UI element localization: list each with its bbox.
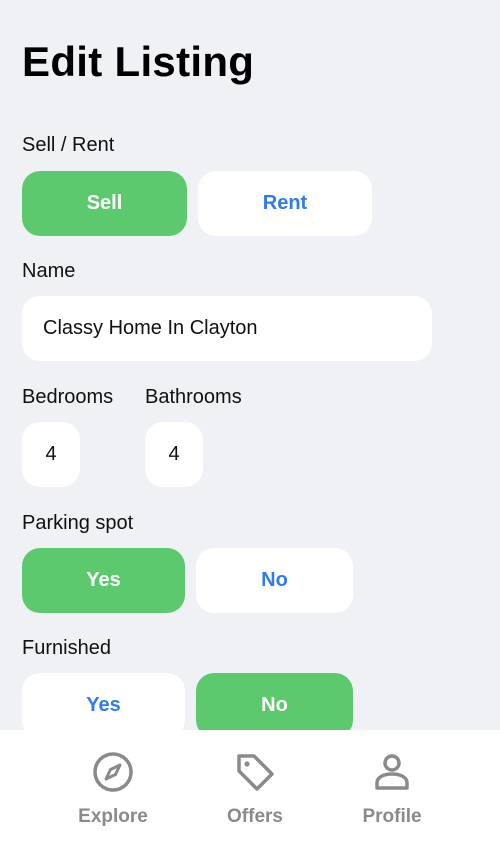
tab-profile[interactable]: Profile: [332, 750, 452, 828]
name-input[interactable]: Classy Home In Clayton: [22, 296, 432, 361]
bedrooms-input[interactable]: 4: [22, 422, 80, 487]
tab-offers-label: Offers: [227, 806, 283, 827]
tag-icon: [237, 754, 274, 791]
parking-label: Parking spot: [22, 512, 134, 534]
tab-profile-label: Profile: [362, 806, 422, 827]
person-icon: [375, 754, 409, 790]
bathrooms-input[interactable]: 4: [145, 422, 203, 487]
tab-explore[interactable]: Explore: [53, 750, 173, 828]
bathrooms-label: Bathrooms: [145, 386, 242, 408]
name-label: Name: [22, 260, 76, 282]
parking-no-button[interactable]: No: [196, 548, 353, 613]
tab-explore-label: Explore: [78, 806, 148, 827]
tab-offers[interactable]: Offers: [195, 750, 315, 828]
rent-button[interactable]: Rent: [198, 171, 372, 236]
parking-yes-button[interactable]: Yes: [22, 548, 185, 613]
furnished-no-button[interactable]: No: [196, 673, 353, 738]
edit-listing-screen: Edit Listing Sell / Rent Sell Rent Name …: [0, 0, 500, 853]
bedrooms-label: Bedrooms: [22, 386, 114, 408]
furnished-label: Furnished: [22, 637, 111, 659]
sell-rent-label: Sell / Rent: [22, 134, 115, 156]
bottom-tab-bar: Explore Offers Profile: [0, 730, 500, 853]
compass-icon: [93, 752, 133, 792]
furnished-yes-button[interactable]: Yes: [22, 673, 185, 738]
page-title: Edit Listing: [22, 38, 255, 85]
sell-button[interactable]: Sell: [22, 171, 187, 236]
